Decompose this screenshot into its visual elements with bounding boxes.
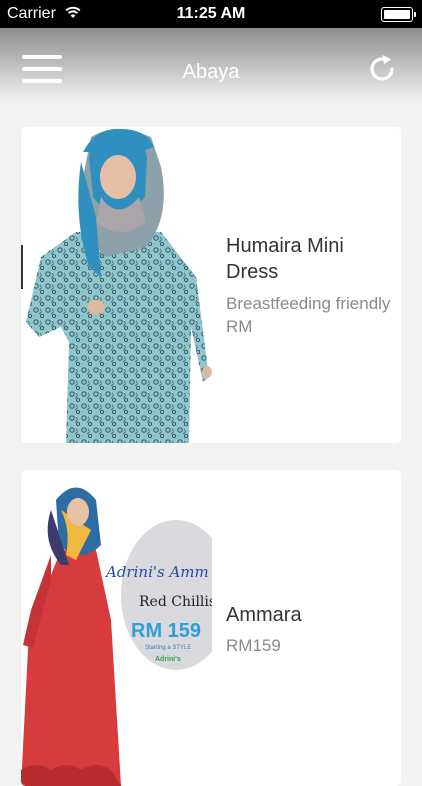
image-tagline-text: Red Chillis xyxy=(139,594,212,610)
product-price: RM159 xyxy=(226,636,281,655)
clock: 11:25 AM xyxy=(176,5,246,22)
image-price-text: RM 159 xyxy=(131,620,202,642)
page-title: Abaya xyxy=(182,61,240,83)
image-logo-text: Adrini's xyxy=(155,656,181,663)
image-brand-text: Adrini's Amm xyxy=(106,563,209,581)
battery-icon xyxy=(381,7,416,22)
status-bar: Carrier 11:25 AM xyxy=(0,0,422,28)
image-subline-text: Starting a STYLE xyxy=(145,645,192,651)
refresh-icon xyxy=(370,55,394,81)
product-card[interactable]: Adrini's Amm Red Chillis RM 159 Starting… xyxy=(21,470,401,786)
product-name: Ammara xyxy=(226,604,302,626)
product-name: Humaira Mini Dress xyxy=(226,235,344,283)
refresh-button[interactable] xyxy=(364,51,400,87)
product-card[interactable]: Humaira Mini Dress Breastfeeding friendl… xyxy=(21,127,401,443)
navigation-bar: Abaya xyxy=(0,28,422,106)
product-image xyxy=(21,127,212,443)
product-description: Breastfeeding friendly RM xyxy=(226,294,391,336)
product-image: Adrini's Amm Red Chillis RM 159 Starting… xyxy=(21,470,212,786)
